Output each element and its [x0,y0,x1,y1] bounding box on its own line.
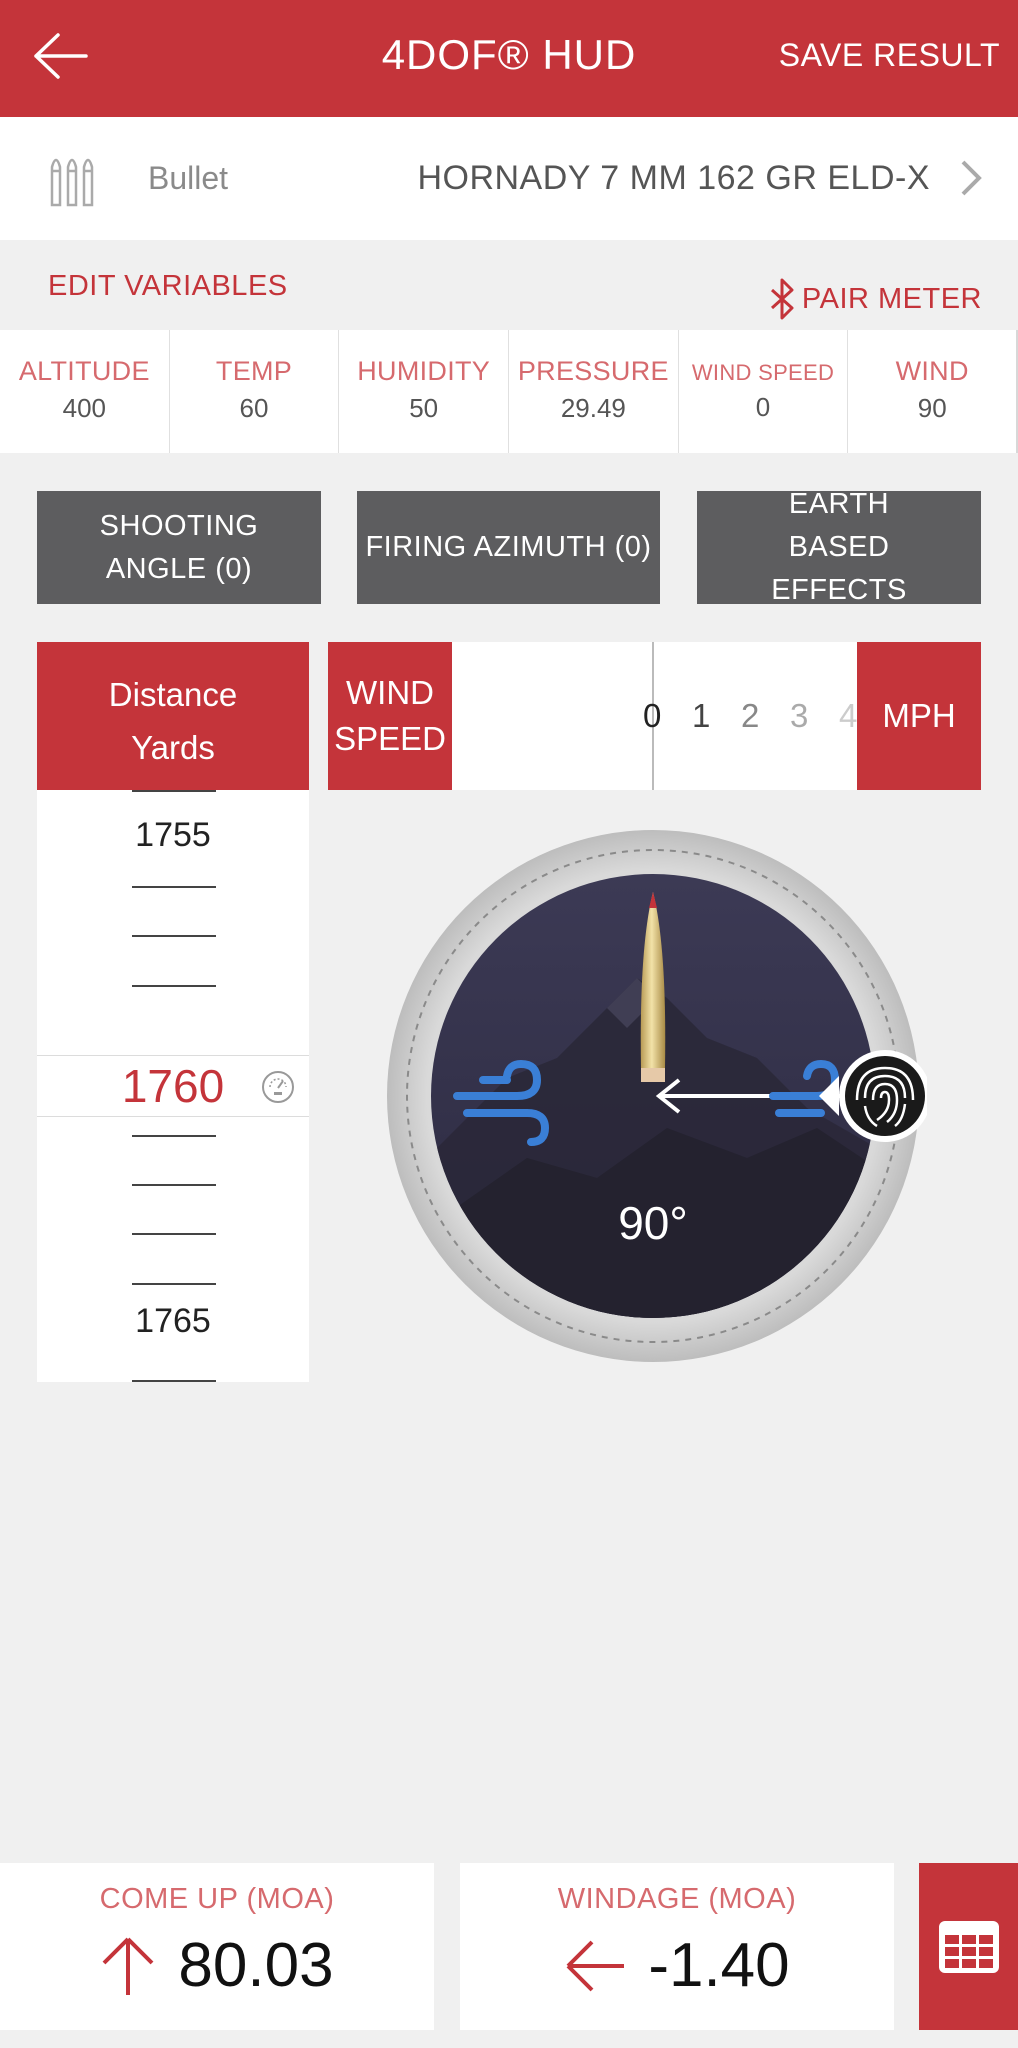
var-value: 90 [917,393,947,423]
tick-mark [132,985,216,987]
arrow-left-icon [566,1940,625,1991]
distance-header: Distance Yards [37,642,309,790]
var-altitude[interactable]: ALTITUDE 400 [0,330,170,453]
var-temp[interactable]: TEMP 60 [170,330,340,453]
var-pressure[interactable]: PRESSURE 29.49 [509,330,679,453]
bullet-selector[interactable]: Bullet HORNADY 7 MM 162 GR ELD-X [0,117,1018,240]
pair-meter-button[interactable]: PAIR METER [768,278,982,320]
var-label: TEMP [215,356,293,386]
var-wind[interactable]: WIND 90 [848,330,1018,453]
top-bar: 4DOF® HUD SAVE RESULT [0,0,1018,117]
var-label: PRESSURE [517,356,669,386]
var-value: 29.49 [560,393,626,423]
come-up-label: COME UP (MOA) [99,1883,335,1915]
scale-value: 4 [839,697,857,734]
scale-value: 0 [643,697,662,734]
scale-value: 1 [692,697,711,734]
var-value: 60 [239,393,269,423]
tick-mark [132,1233,216,1235]
var-label: WIND SPEED [691,360,835,385]
bluetooth-icon [770,278,794,320]
tick-mark [132,1135,216,1137]
distance-picker[interactable]: 1755 1760 1765 [37,790,309,1382]
wind-direction-compass[interactable] [387,828,927,1368]
distance-header-title: Distance [108,676,238,713]
tick-mark [132,886,216,888]
var-humidity[interactable]: HUMIDITY 50 [339,330,510,453]
selected-distance-row[interactable]: 1760 [37,1055,309,1117]
come-up-card: COME UP (MOA) 80.03 [0,1863,434,2030]
var-label: WIND [895,356,969,386]
chevron-right-icon [961,160,982,196]
bullet-label: Bullet [148,160,229,196]
wind-speed-slider[interactable]: 0 1 2 3 4 [452,642,857,790]
wind-unit-button[interactable]: MPH [857,642,981,790]
arrow-left-icon [34,33,88,79]
save-result-button[interactable]: SAVE RESULT [779,0,1000,110]
bullets-icon [50,158,94,207]
tick-mark [132,1283,216,1285]
scale-value: 2 [741,697,760,734]
var-label: ALTITUDE [18,356,150,386]
var-label: HUMIDITY [357,356,491,386]
distance-value-above[interactable]: 1755 [37,816,309,855]
pair-meter-label: PAIR METER [801,282,982,315]
earth-based-effects-button[interactable]: EARTH BASED EFFECTS [697,488,981,606]
wind-angle-label: 90° [618,1197,688,1249]
var-value: 400 [62,393,107,423]
tick-mark [132,1380,216,1382]
var-value: 50 [409,393,439,423]
arrow-up-icon [103,1937,154,1995]
windage-card: WINDAGE (MOA) -1.40 [460,1863,894,2030]
var-wind-speed[interactable]: WIND SPEED 0 [679,330,849,453]
table-view-button[interactable] [919,1863,1018,2030]
edit-variables-link[interactable]: EDIT VARIABLES [48,270,288,303]
distance-value-below[interactable]: 1765 [37,1302,309,1341]
scale-value: 3 [790,697,809,734]
var-value: 0 [755,392,771,422]
tick-mark [132,935,216,937]
shooting-angle-button[interactable]: SHOOTING ANGLE (0) [37,491,321,604]
variables-row: ALTITUDE 400 TEMP 60 HUMIDITY 50 PRESSUR… [0,330,1018,453]
distance-header-unit: Yards [131,729,215,766]
tick-mark [132,1184,216,1186]
firing-azimuth-button[interactable]: FIRING AZIMUTH (0) [357,491,660,604]
speedometer-icon [262,1071,294,1103]
back-button[interactable] [28,26,94,86]
bullet-value: HORNADY 7 MM 162 GR ELD-X [417,159,930,197]
grid-table-icon [938,1920,999,1973]
come-up-value: 80.03 [178,1931,334,2000]
windage-label: WINDAGE (MOA) [557,1883,797,1915]
windage-value: -1.40 [648,1931,790,2000]
tick-mark [132,790,216,792]
wind-speed-header: WIND SPEED [328,642,452,790]
